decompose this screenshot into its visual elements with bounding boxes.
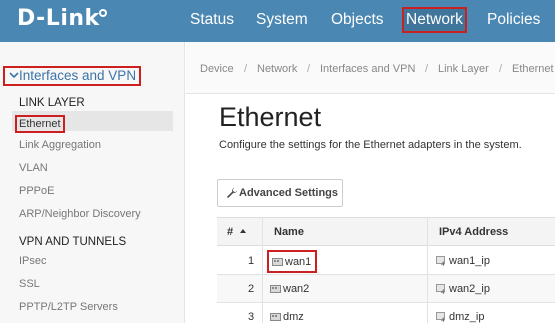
sidebar-section-link-layer: LINK LAYER — [19, 97, 85, 109]
breadcrumb-separator: / — [307, 63, 311, 75]
row-name[interactable]: wan2 — [270, 283, 309, 295]
sidebar-section-vpn-tunnels: VPN AND TUNNELS — [19, 236, 127, 248]
nav-policies[interactable]: Policies — [487, 11, 540, 29]
breadcrumb-interfaces-vpn[interactable]: Interfaces and VPN — [320, 63, 415, 75]
row-name[interactable]: wan1 — [267, 250, 318, 273]
table-row[interactable]: 2 wan2 4 wan2_ip — [217, 275, 555, 303]
column-header-ipv4[interactable]: IPv4 Address — [439, 226, 508, 238]
breadcrumb-separator: / — [425, 63, 429, 75]
ip-address-icon: 4 — [436, 312, 447, 323]
ip-address-icon: 4 — [436, 284, 447, 296]
nav-status[interactable]: Status — [190, 11, 234, 29]
advanced-settings-label: Advanced Settings — [239, 187, 339, 199]
column-divider — [427, 217, 428, 323]
svg-text:4: 4 — [441, 261, 445, 266]
breadcrumb-ethernet: Ethernet — [512, 63, 554, 75]
dlink-logo: D-Link — [17, 6, 100, 31]
top-nav-bar: D-Link Status System Objects Network Pol… — [0, 0, 555, 42]
advanced-settings-button[interactable]: Advanced Settings — [217, 179, 343, 207]
row-ipv4-label: wan1_ip — [449, 255, 490, 267]
row-number: 2 — [248, 283, 255, 295]
breadcrumb-separator: / — [499, 63, 503, 75]
row-ipv4-label: wan2_ip — [449, 283, 490, 295]
sidebar-item-vlan[interactable]: VLAN — [19, 162, 48, 174]
sidebar-item-arp-neighbor[interactable]: ARP/Neighbor Discovery — [19, 208, 141, 220]
sort-ascending-icon[interactable] — [240, 229, 246, 233]
interface-icon — [270, 312, 281, 322]
breadcrumb-separator: / — [244, 63, 248, 75]
interface-icon — [270, 284, 281, 294]
table-row[interactable]: 3 dmz 4 dmz_ip — [217, 303, 555, 323]
sidebar-item-ssl[interactable]: SSL — [19, 278, 40, 290]
breadcrumb-device[interactable]: Device — [200, 63, 234, 75]
table-header: # Name IPv4 Address — [217, 217, 555, 246]
chevron-down-icon — [9, 69, 19, 85]
row-name[interactable]: dmz — [270, 311, 304, 323]
row-ipv4[interactable]: 4 wan1_ip — [436, 255, 490, 268]
logo-registered-mark — [99, 9, 107, 17]
nav-network[interactable]: Network — [402, 7, 467, 33]
column-divider — [262, 217, 263, 323]
row-ipv4[interactable]: 4 dmz_ip — [436, 311, 484, 323]
sidebar-item-pptp-l2tp[interactable]: PPTP/L2TP Servers — [19, 301, 118, 313]
sidebar-item-ipsec[interactable]: IPsec — [19, 255, 47, 267]
row-number: 3 — [248, 311, 255, 323]
sidebar-group-label: Interfaces and VPN — [19, 68, 137, 83]
breadcrumb-link-layer[interactable]: Link Layer — [438, 63, 489, 75]
sidebar-item-pppoe[interactable]: PPPoE — [19, 185, 54, 197]
page-description: Configure the settings for the Ethernet … — [219, 139, 522, 151]
wrench-icon — [226, 187, 238, 199]
sidebar-item-ethernet[interactable]: Ethernet — [15, 115, 65, 133]
column-header-name[interactable]: Name — [274, 226, 304, 238]
breadcrumb: Device / Network / Interfaces and VPN / … — [186, 42, 555, 94]
nav-system[interactable]: System — [256, 11, 308, 29]
svg-text:4: 4 — [441, 289, 445, 294]
ip-address-icon: 4 — [436, 256, 447, 268]
column-header-number[interactable]: # — [227, 226, 233, 238]
sidebar: Interfaces and VPN LINK LAYER Ethernet L… — [0, 42, 185, 323]
row-name-label: wan1 — [285, 256, 312, 268]
page-title: Ethernet — [219, 102, 322, 132]
sidebar-group-interfaces-vpn[interactable]: Interfaces and VPN — [3, 66, 142, 86]
row-name-label: dmz — [283, 311, 304, 323]
svg-text:4: 4 — [441, 317, 445, 322]
nav-objects[interactable]: Objects — [331, 11, 384, 29]
row-ipv4-label: dmz_ip — [449, 311, 485, 323]
row-name-label: wan2 — [283, 283, 310, 295]
table-row[interactable]: 1 wan1 4 wan1_ip — [217, 247, 555, 275]
interface-icon — [272, 257, 283, 267]
sidebar-item-link-aggregation[interactable]: Link Aggregation — [19, 139, 101, 151]
row-ipv4[interactable]: 4 wan2_ip — [436, 283, 490, 296]
breadcrumb-network[interactable]: Network — [257, 63, 297, 75]
row-number: 1 — [248, 255, 255, 267]
